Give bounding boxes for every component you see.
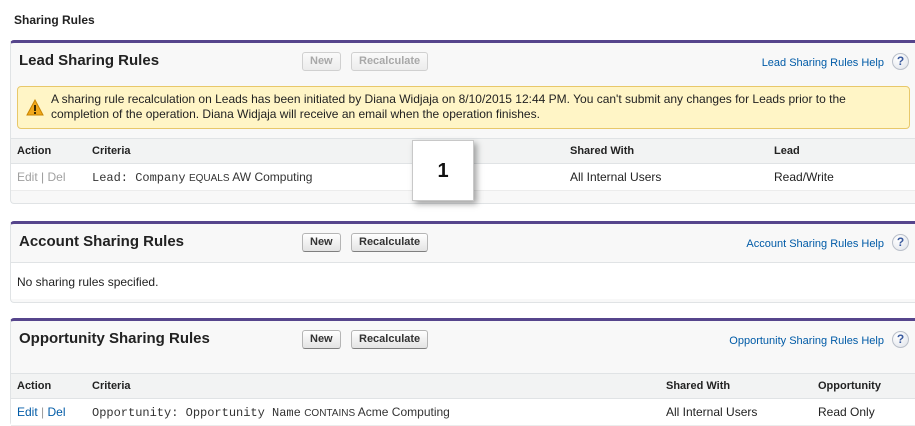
account-help-link[interactable]: Account Sharing Rules Help: [746, 238, 884, 250]
col-action: Action: [11, 373, 86, 399]
callout-marker: 1: [412, 140, 474, 201]
col-criteria: Criteria: [86, 373, 660, 399]
lead-section-header: Lead Sharing Rules New Recalculate Lead …: [11, 43, 915, 81]
help-icon[interactable]: ?: [892, 331, 909, 348]
row-shared-with: All Internal Users: [660, 398, 812, 426]
col-shared-with: Shared With: [660, 373, 812, 399]
lead-new-button[interactable]: New: [302, 52, 341, 71]
row-actions: Edit | Del: [11, 163, 86, 191]
lead-section-title: Lead Sharing Rules: [19, 52, 160, 69]
account-recalculate-button[interactable]: Recalculate: [351, 233, 429, 252]
opportunity-new-button[interactable]: New: [302, 330, 341, 349]
row-actions: Edit | Del: [11, 398, 86, 426]
col-opportunity-access: Opportunity: [812, 373, 915, 399]
delete-link[interactable]: Del: [48, 405, 66, 419]
col-shared-with: Shared With: [564, 138, 768, 164]
account-section-title: Account Sharing Rules: [19, 233, 185, 250]
empty-rules-message: No sharing rules specified.: [11, 262, 915, 299]
criteria-value: Acme Computing: [357, 404, 450, 419]
opportunity-rules-table: Action Criteria Shared With Opportunity …: [11, 373, 915, 426]
action-separator: |: [41, 170, 45, 184]
lead-help-link[interactable]: Lead Sharing Rules Help: [762, 57, 884, 69]
opportunity-help-link[interactable]: Opportunity Sharing Rules Help: [729, 335, 884, 347]
edit-link[interactable]: Edit: [17, 170, 38, 184]
account-section-header: Account Sharing Rules New Recalculate Ac…: [11, 224, 915, 262]
criteria-value: AW Computing: [232, 169, 313, 184]
warning-text: A sharing rule recalculation on Leads ha…: [51, 92, 846, 121]
help-icon[interactable]: ?: [892, 234, 909, 251]
criteria-field: Opportunity: Opportunity Name: [92, 405, 301, 420]
row-access-level: Read/Write: [768, 163, 915, 191]
edit-link[interactable]: Edit: [17, 405, 38, 419]
row-criteria: Opportunity: Opportunity Name CONTAINS A…: [86, 398, 660, 426]
opportunity-recalculate-button[interactable]: Recalculate: [351, 330, 429, 349]
action-separator: |: [41, 405, 45, 419]
warning-icon: [26, 99, 44, 116]
delete-link[interactable]: Del: [48, 170, 66, 184]
account-sharing-rules-section: Account Sharing Rules New Recalculate Ac…: [10, 221, 915, 303]
row-criteria: Lead: Company EQUALS AW Computing: [86, 163, 564, 191]
lead-recalculate-button[interactable]: Recalculate: [351, 52, 429, 71]
criteria-field: Lead: Company: [92, 170, 186, 185]
help-icon[interactable]: ?: [892, 53, 909, 70]
criteria-operator: EQUALS: [188, 172, 230, 184]
col-criteria: Criteria: [86, 138, 564, 164]
row-shared-with: All Internal Users: [564, 163, 768, 191]
col-action: Action: [11, 138, 86, 164]
opportunity-section-title: Opportunity Sharing Rules: [19, 330, 210, 347]
recalculation-warning: A sharing rule recalculation on Leads ha…: [17, 86, 910, 129]
page-title: Sharing Rules: [14, 13, 95, 27]
opportunity-sharing-rules-section: Opportunity Sharing Rules New Recalculat…: [10, 318, 915, 426]
account-new-button[interactable]: New: [302, 233, 341, 252]
row-access-level: Read Only: [812, 398, 915, 426]
col-lead-access: Lead: [768, 138, 915, 164]
table-header-row: Action Criteria Shared With Opportunity: [11, 373, 915, 399]
opportunity-section-header: Opportunity Sharing Rules New Recalculat…: [11, 321, 915, 359]
criteria-operator: CONTAINS: [304, 407, 356, 419]
table-row: Edit | Del Opportunity: Opportunity Name…: [11, 398, 915, 426]
